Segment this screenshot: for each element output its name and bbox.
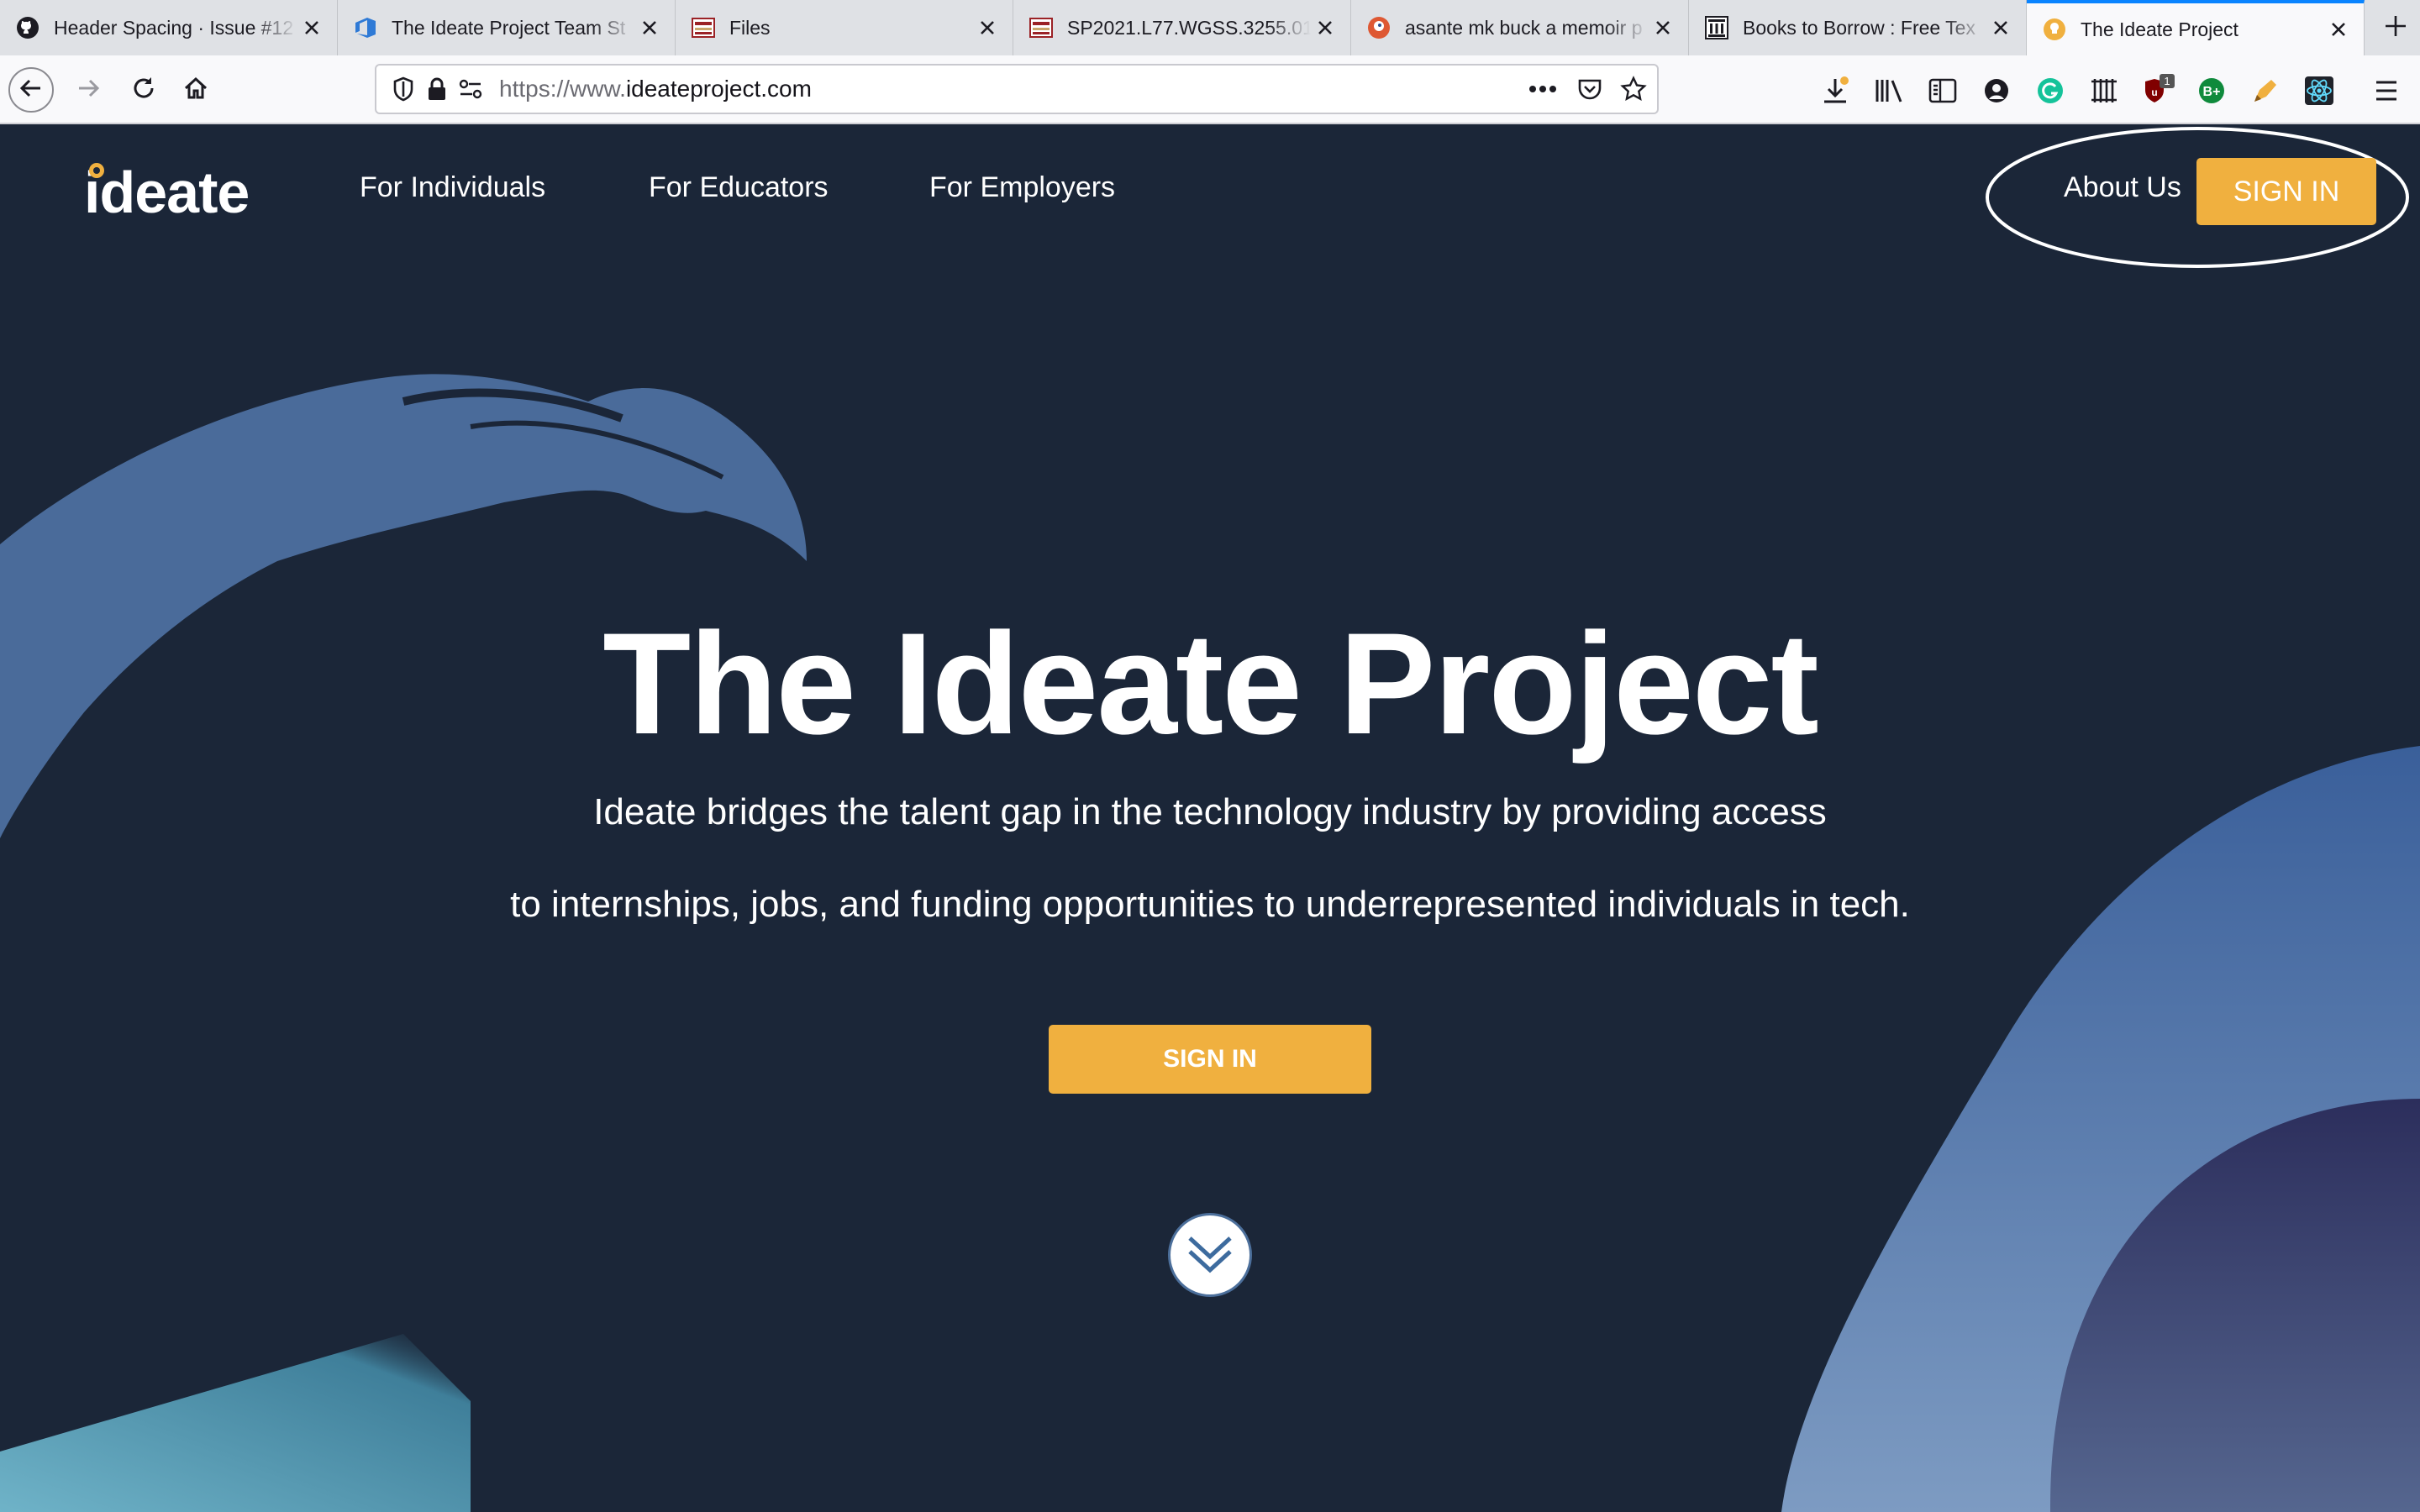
ideate-icon: [2042, 17, 2067, 42]
new-tab-button[interactable]: [2371, 0, 2420, 55]
menu-icon[interactable]: [2368, 72, 2405, 109]
tab-files[interactable]: Files: [676, 0, 1013, 55]
double-chevron-down-icon: [1183, 1226, 1237, 1284]
close-icon[interactable]: [1315, 18, 1335, 38]
tab-ideate-active[interactable]: The Ideate Project: [2027, 0, 2365, 55]
permissions-icon[interactable]: [454, 72, 487, 106]
library-icon[interactable]: [1870, 72, 1907, 109]
shield-icon[interactable]: [387, 72, 420, 106]
svg-text:u: u: [2151, 87, 2157, 98]
lock-icon[interactable]: [420, 72, 454, 106]
archive-icon: [1704, 15, 1729, 40]
ideate-logo[interactable]: ideate: [84, 160, 250, 225]
close-icon[interactable]: [1653, 18, 1673, 38]
hero-description-line-2: to internships, jobs, and funding opport…: [510, 884, 1910, 925]
web-page: ideate For Individuals For Educators For…: [0, 124, 2420, 1512]
forward-button[interactable]: [66, 67, 111, 113]
react-icon[interactable]: [2301, 72, 2338, 109]
more-actions-icon[interactable]: [1526, 72, 1560, 106]
extension-icon[interactable]: [2086, 72, 2123, 109]
bplus-icon[interactable]: B+: [2193, 72, 2230, 109]
teal-sweep: [0, 1334, 471, 1512]
close-icon[interactable]: [302, 18, 322, 38]
hero-title: The Ideate Project: [602, 603, 1819, 764]
tab-books[interactable]: Books to Borrow : Free Tex: [1689, 0, 2027, 55]
nav-for-individuals[interactable]: For Individuals: [360, 171, 545, 204]
download-icon[interactable]: [1817, 72, 1854, 109]
github-icon: [15, 15, 40, 40]
logo-text: ideate: [84, 160, 250, 225]
tab-title: Files: [729, 16, 771, 39]
reload-icon: [130, 75, 157, 106]
canvas-icon: [691, 15, 716, 40]
address-bar[interactable]: https://www.ideateproject.com: [375, 64, 1659, 114]
close-icon[interactable]: [2328, 19, 2349, 39]
tab-search[interactable]: asante mk buck a memoir p: [1351, 0, 1689, 55]
sidebar-icon[interactable]: [1924, 72, 1961, 109]
azure-devops-icon: [353, 15, 378, 40]
hero-sign-in-button[interactable]: SIGN IN: [1049, 1025, 1371, 1094]
url-domain: ideateproject.com: [625, 76, 812, 102]
ublock-icon[interactable]: u1: [2139, 72, 2176, 109]
tab-title: Books to Borrow : Free Tex: [1743, 16, 1975, 39]
extension-icon[interactable]: [2247, 72, 2284, 109]
tab-title: asante mk buck a memoir p: [1405, 16, 1643, 39]
tab-bar: Header Spacing · Issue #12 The Ideate Pr…: [0, 0, 2420, 55]
home-icon: [182, 75, 209, 106]
navigation-toolbar: https://www.ideateproject.com u1 B+: [0, 55, 2420, 124]
url-scheme: https://www.: [499, 76, 626, 102]
tab-title: The Ideate Project: [2081, 18, 2238, 40]
ublock-badge: 1: [2164, 75, 2170, 87]
tab-github-issue[interactable]: Header Spacing · Issue #12: [0, 0, 338, 55]
header-sign-in-button[interactable]: SIGN IN: [2196, 158, 2376, 225]
url-text[interactable]: https://www.ideateproject.com: [499, 76, 812, 102]
arrow-left-icon: [18, 76, 44, 105]
tab-title: Header Spacing · Issue #12: [54, 16, 294, 39]
canvas-icon: [1028, 15, 1054, 40]
arrow-right-icon: [76, 76, 101, 105]
svg-text:B+: B+: [2203, 85, 2221, 99]
close-icon[interactable]: [639, 18, 660, 38]
back-button[interactable]: [8, 67, 54, 113]
nav-for-employers[interactable]: For Employers: [929, 171, 1115, 204]
home-button[interactable]: [173, 67, 218, 113]
plus-icon: [2383, 13, 2408, 43]
tab-title: The Ideate Project Team St: [392, 16, 626, 39]
tab-title: SP2021.L77.WGSS.3255.01: [1067, 16, 1311, 39]
close-icon[interactable]: [1991, 18, 2011, 38]
pocket-icon[interactable]: [1573, 72, 1607, 106]
grammarly-icon[interactable]: [2032, 72, 2069, 109]
duckduckgo-icon: [1366, 15, 1392, 40]
close-icon[interactable]: [977, 18, 997, 38]
tab-team-site[interactable]: The Ideate Project Team St: [338, 0, 676, 55]
hero-description-line-1: Ideate bridges the talent gap in the tec…: [593, 791, 1827, 832]
bookmark-star-icon[interactable]: [1617, 72, 1650, 106]
nav-for-educators[interactable]: For Educators: [649, 171, 829, 204]
nav-about-us[interactable]: About Us: [2064, 171, 2181, 204]
tab-course[interactable]: SP2021.L77.WGSS.3255.01: [1013, 0, 1351, 55]
scroll-down-button[interactable]: [1168, 1213, 1252, 1297]
account-icon[interactable]: [1978, 72, 2015, 109]
lightbulb-icon: [89, 163, 104, 178]
reload-button[interactable]: [121, 67, 166, 113]
